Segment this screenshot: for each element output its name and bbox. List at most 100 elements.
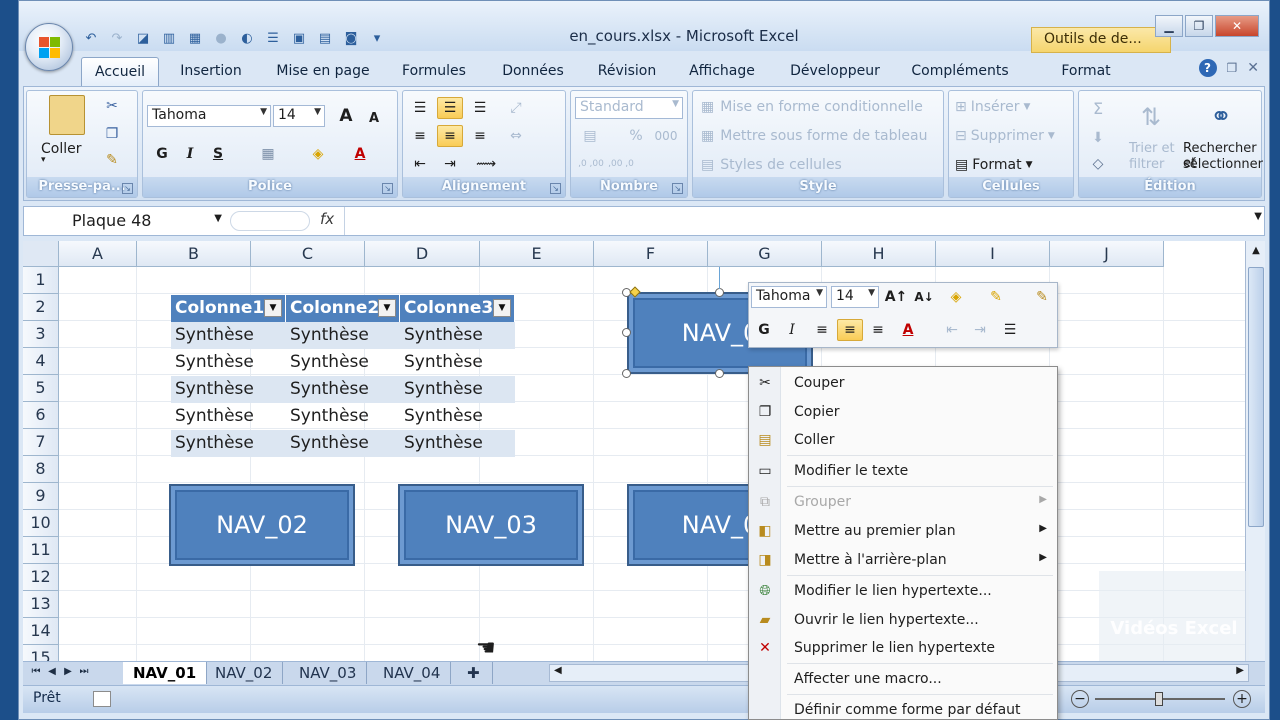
shrink-font-button[interactable]: A bbox=[361, 107, 387, 129]
row-header[interactable]: 5 bbox=[23, 375, 59, 402]
record-macro-icon[interactable] bbox=[93, 691, 111, 707]
column-header[interactable]: I bbox=[936, 241, 1050, 267]
text-direction-icon[interactable]: ⟿ bbox=[473, 153, 499, 175]
font-size-combo[interactable]: 14 ▼ bbox=[273, 105, 325, 127]
mini-increase-indent-icon[interactable]: ⇥ bbox=[967, 319, 993, 341]
mini-size-combo[interactable]: 14 ▼ bbox=[831, 286, 879, 308]
percent-button[interactable]: % bbox=[623, 125, 649, 147]
thousands-button[interactable]: 000 bbox=[653, 125, 679, 147]
mini-font-combo[interactable]: Tahoma ▼ bbox=[751, 286, 827, 308]
tab-format[interactable]: Format bbox=[1021, 57, 1151, 87]
alignment-launcher[interactable]: ↘ bbox=[550, 183, 561, 194]
sort-filter-line2[interactable]: filtrer bbox=[1129, 157, 1164, 172]
insert-sheet-icon[interactable]: ✚ bbox=[457, 662, 493, 684]
table-cell[interactable]: Synthèse bbox=[400, 349, 515, 376]
mini-align-center-icon[interactable]: ≡ bbox=[837, 319, 863, 341]
resize-handle[interactable] bbox=[622, 369, 631, 378]
column-header[interactable]: C bbox=[251, 241, 365, 267]
column-header[interactable]: E bbox=[480, 241, 594, 267]
tab-donnees[interactable]: Données bbox=[485, 57, 581, 87]
align-right-icon[interactable]: ≡ bbox=[467, 125, 493, 147]
filter-dropdown-icon[interactable]: ▼ bbox=[493, 299, 511, 317]
font-color-button[interactable]: A bbox=[347, 143, 373, 165]
menu-item-couper[interactable]: ✂ Couper bbox=[749, 370, 1057, 398]
sum-icon[interactable]: Σ bbox=[1085, 97, 1111, 119]
table-cell[interactable]: Synthèse bbox=[171, 430, 286, 457]
paste-icon[interactable] bbox=[49, 95, 85, 135]
row-header[interactable]: 9 bbox=[23, 483, 59, 510]
paste-dropdown-icon[interactable]: ▾ bbox=[41, 155, 46, 165]
last-sheet-icon[interactable]: ⏭ bbox=[77, 666, 91, 677]
align-left-icon[interactable]: ≡ bbox=[407, 125, 433, 147]
mini-align-right-icon[interactable]: ≡ bbox=[865, 319, 891, 341]
tab-developpeur[interactable]: Développeur bbox=[771, 57, 899, 87]
minimize-button[interactable]: ▁ bbox=[1155, 15, 1183, 37]
conditional-format-button[interactable]: ▦ Mise en forme conditionnelle bbox=[701, 99, 923, 115]
decrease-decimal-button[interactable]: ,00 ,0 bbox=[607, 153, 635, 175]
tab-accueil[interactable]: Accueil bbox=[81, 57, 159, 87]
select-all-corner[interactable] bbox=[23, 241, 59, 267]
align-bottom-icon[interactable]: ☰ bbox=[467, 97, 493, 119]
menu-item-affecter-macro[interactable]: Affecter une macro... bbox=[749, 666, 1057, 694]
table-header-3[interactable]: Colonne3 ▼ bbox=[400, 295, 515, 322]
tab-mise-en-page[interactable]: Mise en page bbox=[263, 57, 383, 87]
fill-color-icon[interactable]: ◈ bbox=[305, 143, 331, 165]
row-header[interactable]: 4 bbox=[23, 348, 59, 375]
mini-shrink-font-icon[interactable]: A↓ bbox=[911, 286, 937, 308]
row-header[interactable]: 6 bbox=[23, 402, 59, 429]
tab-revision[interactable]: Révision bbox=[581, 57, 673, 87]
row-header[interactable]: 10 bbox=[23, 510, 59, 537]
increase-indent-icon[interactable]: ⇥ bbox=[437, 153, 463, 175]
expand-formula-icon[interactable]: ▼ bbox=[1254, 211, 1262, 222]
scroll-left-icon[interactable]: ◀ bbox=[554, 665, 562, 676]
mini-bold-button[interactable]: G bbox=[751, 319, 777, 341]
table-cell[interactable]: Synthèse bbox=[171, 349, 286, 376]
table-cell[interactable]: Synthèse bbox=[171, 322, 286, 349]
table-cell[interactable]: Synthèse bbox=[400, 376, 515, 403]
mini-font-color-button[interactable]: A bbox=[895, 319, 921, 341]
table-header-2[interactable]: Colonne2 ▼ bbox=[286, 295, 400, 322]
mini-decrease-indent-icon[interactable]: ⇤ bbox=[939, 319, 965, 341]
number-format-combo[interactable]: Standard ▼ bbox=[575, 97, 683, 119]
table-cell[interactable]: Synthèse bbox=[171, 403, 286, 430]
table-cell[interactable]: Synthèse bbox=[286, 376, 400, 403]
resize-handle[interactable] bbox=[715, 369, 724, 378]
zoom-in-icon[interactable]: + bbox=[1233, 690, 1251, 708]
nav-shape-03[interactable]: NAV_03 bbox=[398, 484, 584, 566]
paste-button[interactable]: Coller bbox=[41, 141, 82, 157]
italic-button[interactable]: I bbox=[177, 143, 203, 165]
table-cell[interactable]: Synthèse bbox=[286, 430, 400, 457]
resize-handle[interactable] bbox=[622, 328, 631, 337]
scroll-thumb[interactable] bbox=[1248, 267, 1264, 527]
mini-line-color-icon[interactable]: ✎ bbox=[983, 286, 1009, 308]
table-header-1[interactable]: Colonne1 ▼ bbox=[171, 295, 286, 322]
menu-item-supprimer-lien[interactable]: ✕ Supprimer le lien hypertexte bbox=[749, 635, 1057, 663]
font-name-combo[interactable]: Tahoma ▼ bbox=[147, 105, 271, 127]
align-center-icon[interactable]: ≡ bbox=[437, 125, 463, 147]
formula-input[interactable] bbox=[350, 211, 1240, 231]
menu-item-coller[interactable]: ▤ Coller bbox=[749, 427, 1057, 455]
mini-italic-button[interactable]: I bbox=[779, 319, 805, 341]
sort-filter-line1[interactable]: Trier et bbox=[1129, 141, 1175, 156]
row-header[interactable]: 12 bbox=[23, 564, 59, 591]
column-header[interactable]: J bbox=[1050, 241, 1164, 267]
ribbon-restore-icon[interactable]: ❐ bbox=[1227, 61, 1238, 75]
menu-item-modifier-lien[interactable]: 🌐︎ Modifier le lien hypertexte... bbox=[749, 578, 1057, 606]
help-icon[interactable]: ? bbox=[1198, 59, 1217, 77]
format-cells-button[interactable]: ▤ Format ▼ bbox=[955, 157, 1033, 173]
format-painter-icon[interactable]: ✎ bbox=[99, 149, 125, 171]
tab-affichage[interactable]: Affichage bbox=[673, 57, 771, 87]
mini-bullets-icon[interactable]: ☰ bbox=[997, 319, 1023, 341]
borders-icon[interactable]: ▦ bbox=[255, 143, 281, 165]
table-cell[interactable]: Synthèse bbox=[286, 349, 400, 376]
copy-icon[interactable]: ❐ bbox=[99, 123, 125, 145]
increase-decimal-button[interactable]: ,0 ,00 bbox=[577, 153, 605, 175]
delete-cells-button[interactable]: ⊟ Supprimer ▼ bbox=[955, 128, 1055, 144]
zoom-out-icon[interactable]: − bbox=[1071, 690, 1089, 708]
align-middle-icon[interactable]: ☰ bbox=[437, 97, 463, 119]
row-header[interactable]: 2 bbox=[23, 294, 59, 321]
cut-icon[interactable]: ✂ bbox=[99, 95, 125, 117]
number-launcher[interactable]: ↘ bbox=[672, 183, 683, 194]
grow-font-button[interactable]: A bbox=[333, 105, 359, 127]
tab-insertion[interactable]: Insertion bbox=[159, 57, 263, 87]
